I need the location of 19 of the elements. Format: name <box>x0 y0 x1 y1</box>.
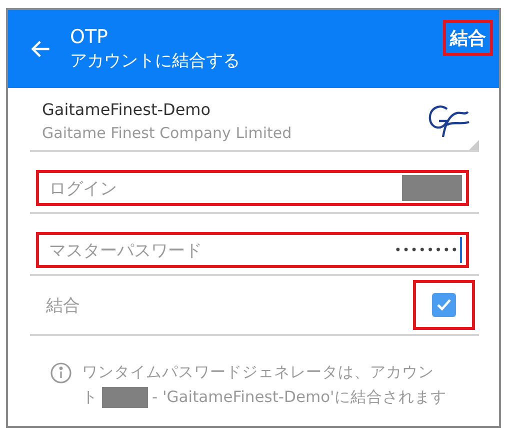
back-icon[interactable] <box>30 38 52 60</box>
screen-title: OTP <box>70 25 110 49</box>
info-text: - 'GaitameFinest-Demo'に結合されます <box>152 387 446 408</box>
link-action-button[interactable]: 結合 <box>443 20 493 56</box>
password-field[interactable]: マスターパスワード •••••••• <box>36 232 469 268</box>
masked-password: •••••••• <box>394 243 459 257</box>
corner-mark <box>469 140 479 150</box>
field-placeholder: マスターパスワード <box>49 240 202 262</box>
screen-subtitle: アカウントに結合する <box>70 50 241 73</box>
link-checkbox[interactable] <box>432 293 456 317</box>
info-text: ワンタイムパスワードジェネレータは、アカウン <box>82 362 434 383</box>
field-placeholder: ログイン <box>49 178 117 200</box>
info-icon <box>50 362 72 384</box>
company-name: Gaitame Finest Company Limited <box>42 123 292 144</box>
account-name: GaitameFinest-Demo <box>42 99 212 121</box>
link-label: 結合 <box>46 294 80 316</box>
info-text: ト <box>82 387 98 408</box>
check-icon <box>436 298 452 312</box>
account-card[interactable]: GaitameFinest-Demo Gaitame Finest Company Limited <box>30 88 479 152</box>
